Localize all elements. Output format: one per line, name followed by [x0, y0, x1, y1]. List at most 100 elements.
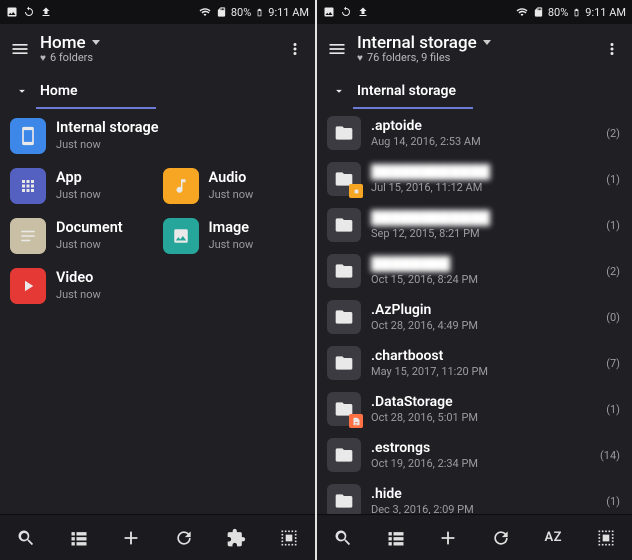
file-count: (2) [606, 265, 620, 278]
category-label: Audio [209, 170, 254, 187]
status-bar: 80% 9:11 AM [0, 0, 315, 24]
category-sub: Just now [209, 189, 254, 202]
menu-button[interactable] [8, 37, 32, 61]
category-label: App [56, 170, 101, 187]
overflow-button[interactable] [600, 37, 624, 61]
category-label: Video [56, 270, 101, 287]
dropdown-icon [483, 40, 491, 45]
pane-home: 80% 9:11 AM Home ♥6 folders Home [0, 0, 315, 560]
upload-icon [357, 6, 369, 18]
clock-time: 9:11 AM [268, 6, 309, 19]
category-document[interactable]: Document Just now [10, 214, 153, 258]
title-block[interactable]: Internal storage ♥76 folders, 9 files [357, 34, 491, 65]
folder-icon [327, 208, 361, 242]
file-name: .estrongs [371, 440, 590, 456]
category-sub: Just now [56, 139, 159, 152]
category-sub: Just now [56, 289, 101, 302]
file-count: (1) [606, 495, 620, 508]
list-item[interactable]: ████████████Jul 15, 2016, 11:12 AM(1) [317, 156, 632, 202]
file-count: (0) [606, 311, 620, 324]
file-count: (1) [606, 403, 620, 416]
menu-button[interactable] [325, 37, 349, 61]
extensions-button[interactable] [221, 523, 251, 553]
breadcrumb-label: Internal storage [357, 83, 456, 99]
breadcrumb[interactable]: Internal storage [317, 74, 632, 108]
file-count: (1) [606, 173, 620, 186]
list-item[interactable]: ████████Oct 15, 2016, 8:24 PM(2) [317, 248, 632, 294]
page-subtitle: 6 folders [50, 52, 93, 64]
chevron-down-icon [14, 83, 30, 99]
folder-icon [327, 438, 361, 472]
sort-button[interactable]: AZ [538, 523, 568, 553]
clock-time: 9:11 AM [585, 6, 626, 19]
bottom-toolbar: AZ [317, 514, 632, 560]
list-item[interactable]: .aptoide Aug 14, 2016, 2:53 AM (2) [317, 110, 632, 156]
search-button[interactable] [328, 523, 358, 553]
breadcrumb-label: Home [40, 83, 78, 99]
category-internal-storage[interactable]: Internal storageJust now [10, 114, 305, 158]
category-app[interactable]: App Just now [10, 164, 153, 208]
file-list[interactable]: .aptoide Aug 14, 2016, 2:53 AM (2) ████████… [317, 108, 632, 514]
wifi-icon [198, 6, 212, 18]
title-block[interactable]: Home ♥6 folders [40, 34, 100, 65]
badge-icon [349, 184, 363, 198]
battery-icon [255, 6, 264, 19]
image-icon [6, 6, 18, 18]
list-item[interactable]: ████████████Sep 12, 2015, 8:21 PM(1) [317, 202, 632, 248]
file-date: Oct 19, 2016, 2:34 PM [371, 458, 590, 471]
sync-icon [23, 6, 35, 18]
search-button[interactable] [11, 523, 41, 553]
view-button[interactable] [381, 523, 411, 553]
apps-icon [10, 168, 46, 204]
refresh-button[interactable] [486, 523, 516, 553]
category-label: Document [56, 220, 123, 237]
status-bar: 80% 9:11 AM [317, 0, 632, 24]
file-date: Oct 15, 2016, 8:24 PM [371, 274, 596, 287]
list-item[interactable]: .hideDec 3, 2016, 2:09 PM(1) [317, 478, 632, 514]
document-icon [10, 218, 46, 254]
file-count: (2) [606, 127, 620, 140]
battery-icon [572, 6, 581, 19]
file-date: Aug 14, 2016, 2:53 AM [371, 136, 596, 149]
list-item[interactable]: .estrongsOct 19, 2016, 2:34 PM(14) [317, 432, 632, 478]
folder-icon [327, 254, 361, 288]
category-sub: Just now [56, 239, 123, 252]
bottom-toolbar [0, 514, 315, 560]
page-title: Internal storage [357, 34, 477, 53]
add-button[interactable] [433, 523, 463, 553]
battery-percent: 80% [548, 6, 568, 19]
dropdown-icon [92, 40, 100, 45]
overflow-button[interactable] [283, 37, 307, 61]
category-sub: Just now [56, 189, 101, 202]
sd-card-icon [533, 6, 544, 18]
view-button[interactable] [64, 523, 94, 553]
add-button[interactable] [116, 523, 146, 553]
category-list: Internal storageJust now App Just now Aud… [0, 108, 315, 308]
category-video[interactable]: Video Just now [10, 264, 158, 308]
folder-icon [327, 162, 361, 196]
upload-icon [40, 6, 52, 18]
select-button[interactable] [591, 523, 621, 553]
category-image[interactable]: ImageJust now [163, 214, 306, 258]
breadcrumb[interactable]: Home [0, 74, 315, 108]
category-audio[interactable]: Audio Just now [163, 164, 306, 208]
select-button[interactable] [274, 523, 304, 553]
sd-card-icon [216, 6, 227, 18]
list-item[interactable]: .AzPluginOct 28, 2016, 4:49 PM(0) [317, 294, 632, 340]
file-name: .DataStorage [371, 394, 596, 410]
refresh-button[interactable] [169, 523, 199, 553]
category-label: Image [209, 220, 254, 237]
list-item[interactable]: .chartboostMay 15, 2017, 11:20 PM(7) [317, 340, 632, 386]
file-name: .aptoide [371, 118, 596, 134]
folder-icon [327, 484, 361, 514]
file-date: Sep 12, 2015, 8:21 PM [371, 228, 596, 241]
heart-icon: ♥ [40, 53, 46, 64]
heart-icon: ♥ [357, 53, 363, 64]
play-icon [10, 268, 46, 304]
music-icon [163, 168, 199, 204]
file-name: ████████████ [371, 164, 596, 180]
file-name: .chartboost [371, 348, 596, 364]
wifi-icon [515, 6, 529, 18]
list-item[interactable]: .DataStorageOct 28, 2016, 5:01 PM(1) [317, 386, 632, 432]
image-icon [163, 218, 199, 254]
